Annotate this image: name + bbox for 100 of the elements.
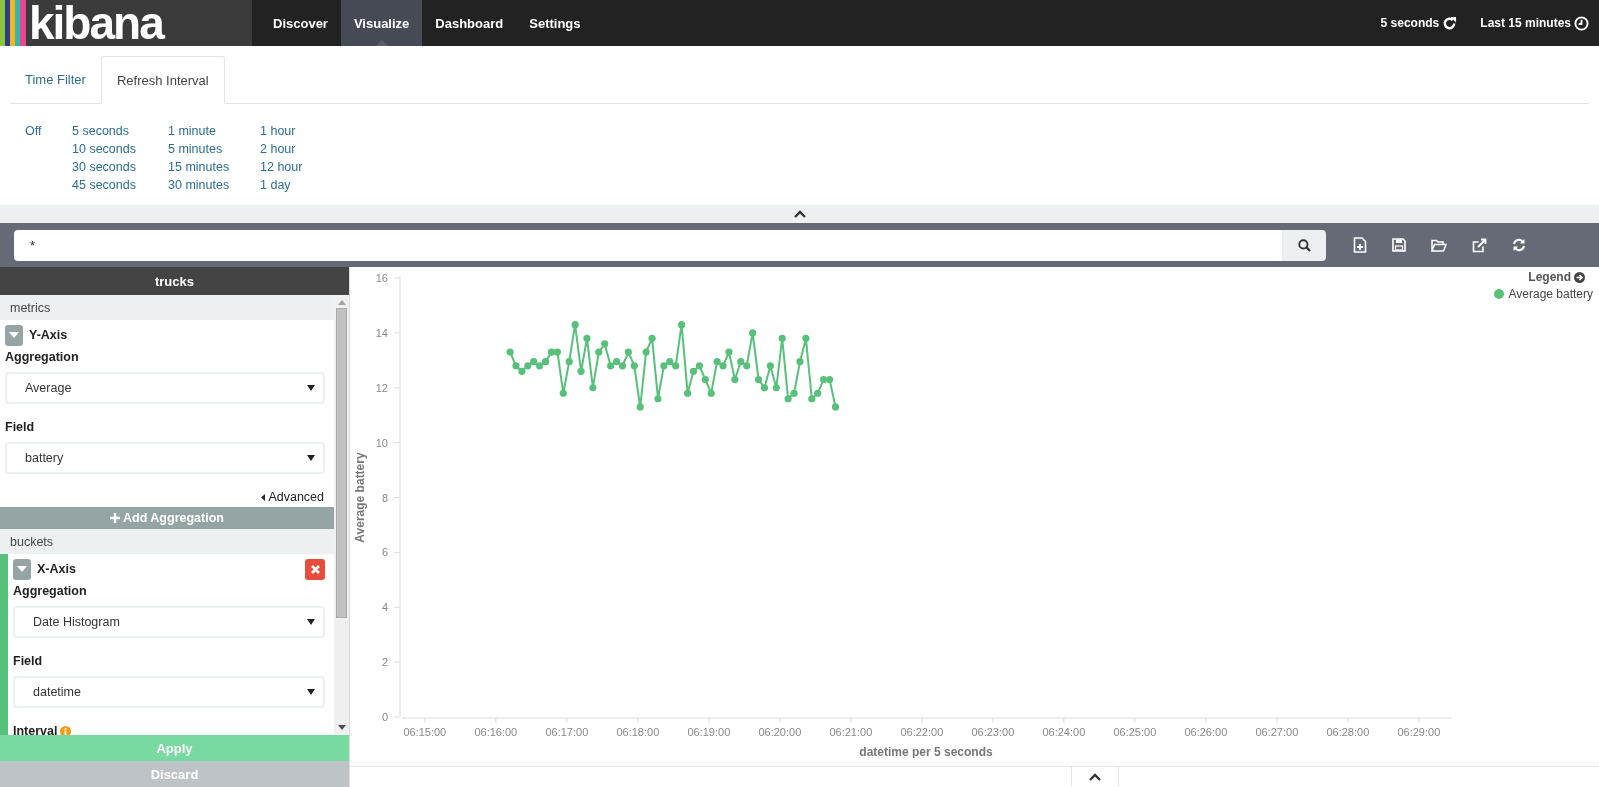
caret-down-icon bbox=[17, 566, 27, 572]
data-point bbox=[796, 358, 804, 366]
y-tick-label: 2 bbox=[381, 656, 388, 669]
x-tick-label: 06:25:00 bbox=[1113, 726, 1157, 738]
section-header: buckets bbox=[0, 529, 334, 554]
interval-option[interactable]: 5 minutes bbox=[168, 140, 260, 158]
interval-option[interactable]: Off bbox=[25, 122, 72, 140]
data-point bbox=[642, 348, 650, 356]
data-point bbox=[506, 348, 514, 356]
interval-option[interactable]: 1 day bbox=[260, 176, 303, 194]
x-tick-label: 06:29:00 bbox=[1397, 726, 1441, 738]
data-point bbox=[731, 375, 739, 384]
refresh-interval-link[interactable]: 5 seconds bbox=[1380, 16, 1440, 30]
time-range-link[interactable]: Last 15 minutes bbox=[1480, 16, 1571, 30]
expand-tab[interactable] bbox=[1070, 766, 1119, 786]
advanced-link[interactable]: Advanced bbox=[261, 490, 324, 504]
data-point bbox=[725, 348, 733, 356]
data-point bbox=[654, 395, 662, 403]
select-field[interactable]: Date Histogram bbox=[13, 606, 325, 638]
scroll-down-icon[interactable] bbox=[336, 725, 347, 731]
y-tick-label: 12 bbox=[375, 381, 388, 394]
y-axis-title: Average battery bbox=[353, 452, 367, 543]
collapse-toggle[interactable] bbox=[5, 324, 23, 346]
external-link-icon[interactable] bbox=[1472, 237, 1487, 253]
interval-option[interactable]: 12 hour bbox=[260, 158, 303, 176]
data-point bbox=[648, 334, 656, 342]
data-point bbox=[766, 362, 774, 370]
data-point bbox=[678, 321, 686, 329]
nav-link[interactable]: Settings bbox=[516, 0, 594, 46]
interval-option[interactable]: 2 hour bbox=[260, 140, 303, 158]
data-point bbox=[831, 403, 840, 411]
data-point bbox=[577, 367, 585, 375]
plus-icon bbox=[110, 513, 121, 523]
x-tick-label: 06:22:00 bbox=[900, 726, 944, 738]
field-label: Aggregation bbox=[5, 350, 80, 364]
x-tick-label: 06:17:00 bbox=[545, 726, 589, 738]
data-point bbox=[565, 358, 573, 366]
search-field[interactable]: * bbox=[14, 229, 1282, 261]
aggregation-title: X-Axis bbox=[37, 562, 76, 576]
data-point bbox=[630, 362, 638, 370]
x-tick-label: 06:19:00 bbox=[687, 726, 731, 738]
search-button[interactable] bbox=[1282, 229, 1326, 261]
nav-link[interactable]: Discover bbox=[260, 0, 341, 46]
collapse-toggle[interactable] bbox=[13, 558, 31, 580]
interval-option[interactable]: 30 seconds bbox=[72, 158, 168, 176]
x-tick-label: 06:20:00 bbox=[758, 726, 802, 738]
caret-down-icon bbox=[9, 332, 19, 338]
refresh-icon[interactable] bbox=[1442, 15, 1458, 31]
legend-toggle[interactable]: Legend bbox=[1528, 270, 1585, 284]
panel-tab[interactable]: Time Filter bbox=[10, 56, 101, 103]
save-icon[interactable] bbox=[1392, 238, 1406, 252]
new-document-icon[interactable] bbox=[1353, 237, 1367, 253]
x-tick-label: 06:18:00 bbox=[616, 726, 660, 738]
y-tick-label: 16 bbox=[375, 272, 388, 284]
select-field[interactable]: Average bbox=[5, 372, 325, 404]
scrollbar[interactable] bbox=[334, 295, 349, 735]
x-axis-title: datetime per 5 seconds bbox=[859, 745, 993, 758]
x-tick-label: 06:21:00 bbox=[829, 726, 873, 738]
sync-icon[interactable] bbox=[1512, 238, 1526, 252]
clock-icon[interactable] bbox=[1574, 15, 1589, 31]
section-header: metrics bbox=[0, 295, 334, 320]
caret-left-icon bbox=[261, 493, 266, 501]
interval-option[interactable]: 5 seconds bbox=[72, 122, 168, 140]
interval-option[interactable]: 15 minutes bbox=[168, 158, 260, 176]
caret-down-icon bbox=[307, 689, 315, 695]
interval-option[interactable]: 1 hour bbox=[260, 122, 303, 140]
data-point bbox=[583, 334, 591, 342]
interval-option[interactable]: 1 minute bbox=[168, 122, 260, 140]
folder-open-icon[interactable] bbox=[1431, 238, 1447, 252]
interval-option[interactable]: 30 minutes bbox=[168, 176, 260, 194]
remove-button[interactable] bbox=[305, 558, 325, 580]
x-tick-label: 06:26:00 bbox=[1184, 726, 1228, 738]
y-tick-label: 8 bbox=[381, 491, 388, 504]
data-point bbox=[624, 348, 632, 356]
nav-link[interactable]: Dashboard bbox=[422, 0, 517, 46]
select-field[interactable]: datetime bbox=[13, 676, 325, 708]
chevron-up-icon[interactable] bbox=[793, 210, 806, 218]
x-tick-label: 06:24:00 bbox=[1042, 726, 1086, 738]
data-point bbox=[825, 375, 834, 384]
x-tick-label: 06:28:00 bbox=[1326, 726, 1370, 738]
x-tick-label: 06:27:00 bbox=[1255, 726, 1299, 738]
nav-link[interactable]: Visualize bbox=[340, 0, 423, 46]
legend-label[interactable]: Average battery bbox=[1508, 287, 1593, 301]
data-point bbox=[571, 321, 579, 329]
field-label: Interval bbox=[13, 724, 58, 735]
interval-option[interactable]: 10 seconds bbox=[72, 140, 168, 158]
arrow-right-icon bbox=[1574, 271, 1585, 283]
y-tick-label: 14 bbox=[375, 326, 388, 339]
y-tick-label: 4 bbox=[381, 601, 388, 614]
interval-option[interactable]: 45 seconds bbox=[72, 176, 168, 194]
caret-down-icon bbox=[307, 385, 315, 391]
caret-down-icon bbox=[307, 619, 315, 625]
y-tick-label: 10 bbox=[375, 436, 388, 449]
field-label: Field bbox=[5, 420, 36, 434]
select-field[interactable]: battery bbox=[5, 442, 325, 474]
kibana-logo[interactable]: kibana bbox=[0, 0, 252, 46]
panel-tab[interactable]: Refresh Interval bbox=[100, 56, 225, 104]
aggregation-title: Y-Axis bbox=[29, 328, 68, 342]
data-point bbox=[778, 334, 786, 342]
data-point bbox=[683, 389, 692, 397]
